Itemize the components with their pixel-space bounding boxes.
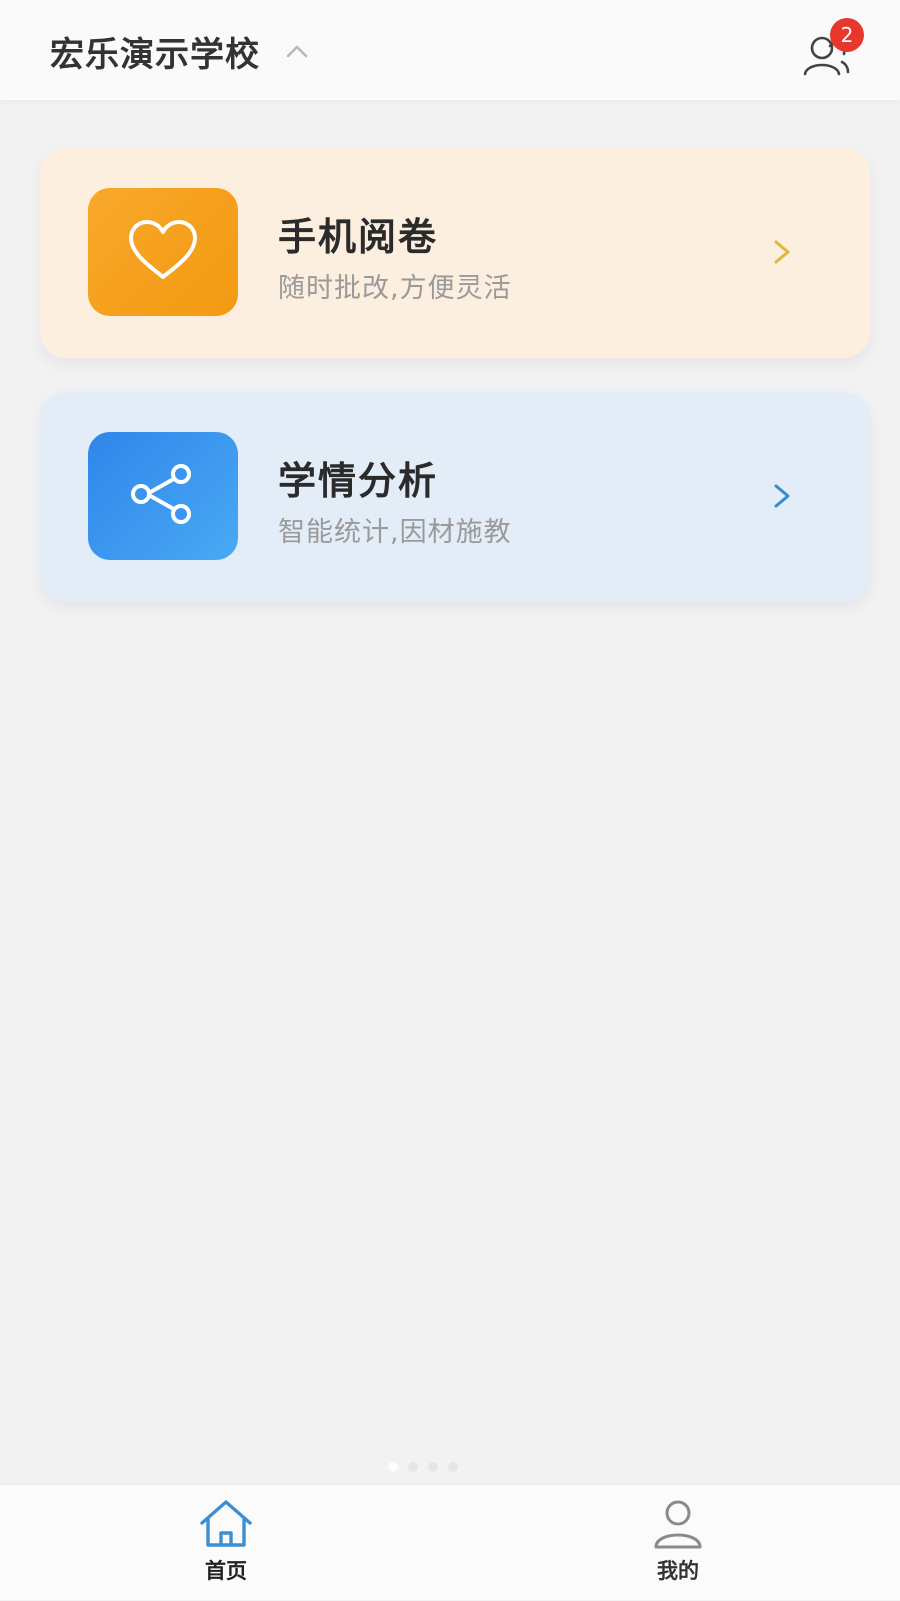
page-dot — [408, 1462, 418, 1472]
chevron-up-icon — [284, 38, 310, 64]
learning-analysis-card[interactable]: 学情分析 智能统计,因材施教 — [40, 392, 870, 602]
tab-home[interactable]: 首页 — [166, 1485, 286, 1601]
tab-label: 我的 — [657, 1559, 699, 1583]
page-indicator — [388, 1462, 458, 1472]
learning-analysis-icon-tile — [88, 432, 238, 560]
tab-me[interactable]: 我的 — [618, 1485, 738, 1601]
bottom-tab-bar: 首页 我的 — [0, 1484, 900, 1600]
contacts-icon — [800, 36, 856, 88]
card-subtitle: 随时批改,方便灵活 — [278, 273, 512, 304]
card-title: 手机阅卷 — [278, 215, 439, 259]
contacts-button[interactable]: 2 — [800, 18, 864, 84]
page-dot — [388, 1462, 398, 1472]
user-icon — [648, 1497, 708, 1551]
heart-icon — [125, 217, 201, 287]
chevron-right-icon — [768, 478, 796, 514]
mobile-grading-icon-tile — [88, 188, 238, 316]
notification-badge: 2 — [830, 18, 864, 52]
chevron-right-icon — [768, 234, 796, 270]
school-name: 宏乐演示学校 — [50, 34, 260, 75]
card-subtitle: 智能统计,因材施教 — [278, 517, 512, 548]
page-dot — [428, 1462, 438, 1472]
mobile-grading-card[interactable]: 手机阅卷 随时批改,方便灵活 — [40, 148, 870, 358]
page-dot — [448, 1462, 458, 1472]
tab-label: 首页 — [205, 1559, 247, 1583]
card-title: 学情分析 — [278, 459, 439, 503]
share-icon — [125, 456, 201, 536]
school-switcher[interactable]: 宏乐演示学校 — [50, 24, 310, 78]
top-bar: 宏乐演示学校 2 — [0, 0, 900, 100]
home-icon — [196, 1497, 256, 1551]
